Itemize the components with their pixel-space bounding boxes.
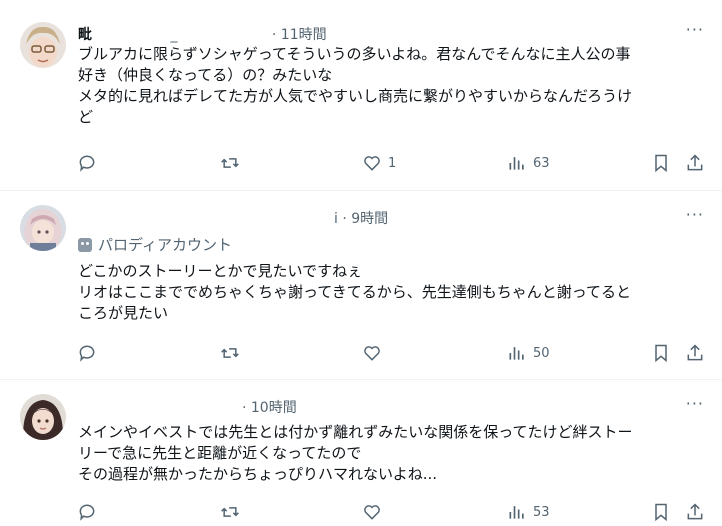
reply-post[interactable]: i · 9時間 ··· パロディアカウント どこかのストーリーとかで見たいですね…	[0, 191, 722, 380]
action-bar: 53	[0, 502, 722, 526]
post-text-line: 好き（仲良くなってる）の？みたいな	[78, 66, 333, 84]
parody-account-badge: パロディアカウント	[78, 234, 232, 255]
repost-button[interactable]	[220, 153, 246, 173]
reply-post[interactable]: · 10時間 ··· メインやイベストでは先生とは付かず離れずみたいな関係を保っ…	[0, 380, 722, 523]
views-button[interactable]: 63	[507, 153, 550, 173]
repost-icon	[221, 348, 239, 358]
post-text: メインやイベストでは先生とは付かず離れずみたいな関係を保ってたけど絆ストー リー…	[78, 422, 706, 485]
repost-button[interactable]	[220, 343, 246, 363]
share-icon	[687, 154, 703, 171]
bookmark-button[interactable]	[651, 502, 671, 522]
reply-icon	[79, 504, 95, 521]
more-options-button[interactable]: ···	[686, 20, 704, 39]
post-time[interactable]: · 10時間	[242, 400, 297, 416]
view-count: 63	[533, 155, 550, 171]
mask-icon	[78, 237, 92, 252]
post-text: ブルアカに限らずソシャゲってそういうの多いよね。君なんでそんなに主人公の事 好き…	[78, 44, 706, 128]
display-name[interactable]: 毗	[78, 27, 92, 43]
post-text-line: ど	[78, 108, 94, 126]
reply-feed: 毗 _ · 11時間 ··· ブルアカに限らずソシャゲってそういうの多いよね。君…	[0, 0, 722, 523]
share-button[interactable]	[685, 153, 705, 173]
action-bar: 50	[0, 343, 722, 367]
bookmark-button[interactable]	[651, 343, 671, 363]
post-text-line: ころが見たい	[78, 304, 169, 322]
reply-icon	[79, 345, 95, 362]
handle-separator: _	[170, 27, 178, 43]
reply-button[interactable]	[77, 343, 103, 363]
avatar[interactable]	[20, 205, 66, 251]
like-icon	[364, 156, 380, 171]
post-text-line: どこかのストーリーとかで見たいですねぇ	[78, 262, 363, 280]
repost-button[interactable]	[220, 502, 246, 522]
like-button[interactable]	[362, 502, 388, 522]
post-text-line: リーで急に先生と距離が近くなってたので	[78, 444, 362, 462]
reply-button[interactable]	[77, 153, 103, 173]
more-options-button[interactable]: ···	[686, 394, 704, 413]
reply-post[interactable]: 毗 _ · 11時間 ··· ブルアカに限らずソシャゲってそういうの多いよね。君…	[0, 0, 722, 191]
share-button[interactable]	[685, 343, 705, 363]
view-count: 53	[533, 504, 550, 520]
avatar[interactable]	[20, 22, 66, 68]
post-text: どこかのストーリーとかで見たいですねぇ リオはここまででめちゃくちゃ謝ってきてる…	[78, 261, 706, 324]
bookmark-button[interactable]	[651, 153, 671, 173]
view-count: 50	[533, 345, 550, 361]
views-icon	[509, 347, 524, 360]
avatar[interactable]	[20, 394, 66, 440]
views-icon	[509, 157, 524, 170]
bookmark-icon	[655, 503, 667, 522]
post-text-line: メタ的に見ればデレてた方が人気でやすいし商売に繋がりやすいからなんだろうけ	[78, 87, 633, 105]
post-text-line: リオはここまででめちゃくちゃ謝ってきてるから、先生達側もちゃんと謝ってると	[78, 283, 632, 301]
share-icon	[687, 344, 703, 361]
post-header: i · 9時間	[334, 208, 388, 228]
bookmark-icon	[655, 154, 667, 173]
views-icon	[509, 506, 524, 519]
post-time[interactable]: · 11時間	[272, 27, 327, 43]
repost-icon	[221, 158, 239, 168]
post-text-line: メインやイベストでは先生とは付かず離れずみたいな関係を保ってたけど絆ストー	[78, 423, 633, 441]
post-header: · 10時間	[242, 397, 297, 417]
share-button[interactable]	[685, 502, 705, 522]
like-button[interactable]	[362, 343, 388, 363]
views-button[interactable]: 50	[507, 343, 550, 363]
post-text-line: その過程が無かったからちょっぴりハマれないよね...	[78, 465, 438, 483]
repost-icon	[221, 507, 239, 517]
bookmark-icon	[655, 344, 667, 363]
badge-label: パロディアカウント	[98, 236, 232, 254]
reply-button[interactable]	[77, 502, 103, 522]
like-icon	[364, 346, 380, 361]
post-header: 毗 _ · 11時間	[78, 24, 327, 44]
like-button[interactable]: 1	[362, 153, 396, 173]
share-icon	[687, 503, 703, 520]
action-bar: 1 63	[0, 153, 722, 177]
post-text-line: ブルアカに限らずソシャゲってそういうの多いよね。君なんでそんなに主人公の事	[78, 45, 631, 63]
reply-icon	[79, 155, 95, 172]
views-button[interactable]: 53	[507, 502, 550, 522]
more-options-button[interactable]: ···	[686, 205, 704, 224]
like-icon	[364, 505, 380, 520]
post-time[interactable]: i · 9時間	[334, 211, 388, 227]
like-count: 1	[388, 155, 397, 171]
